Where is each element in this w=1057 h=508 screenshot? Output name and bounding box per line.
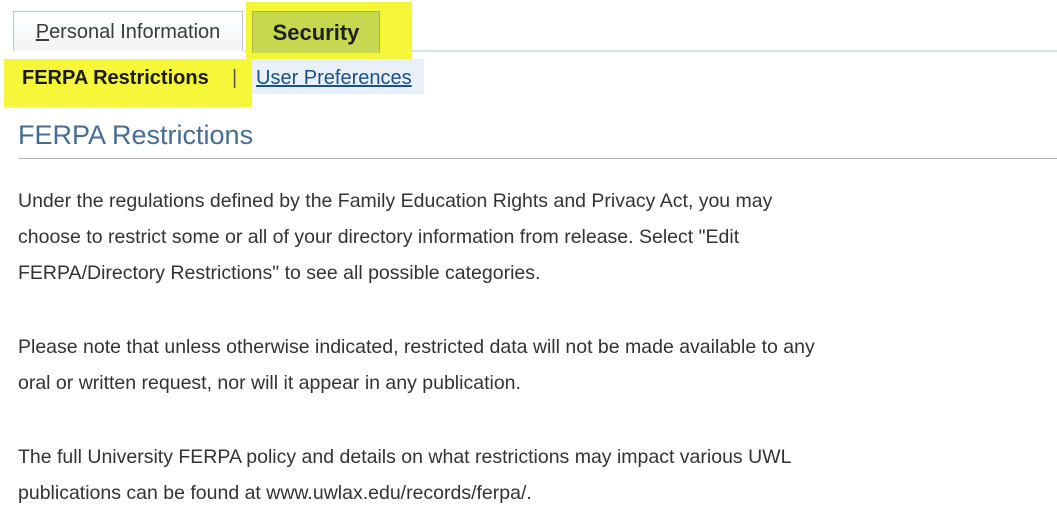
page-title: FERPA Restrictions: [18, 120, 254, 150]
ferpa-page: Personal Information Security FERPA Rest…: [0, 0, 1057, 508]
paragraph-line: choose to restrict some or all of your d…: [18, 226, 740, 248]
tab-personal-information-label: ersonal Information: [49, 21, 221, 43]
subnav-item-user-preferences[interactable]: User Preferences: [256, 67, 412, 90]
paragraph-restricted-data: Please note that unless otherwise indica…: [18, 329, 1018, 401]
paragraph-ferpa-intro: Under the regulations defined by the Fam…: [18, 183, 1018, 291]
paragraph-line: publications can be found at www.uwlax.e…: [18, 482, 532, 504]
sub-navigation: FERPA Restrictions | User Preferences: [0, 59, 440, 107]
tab-personal-information-accesskey: P: [35, 21, 50, 43]
title-divider: [18, 158, 1057, 159]
subnav-item-ferpa-restrictions: FERPA Restrictions: [22, 67, 209, 89]
tab-bar: Personal Information Security: [0, 0, 1057, 60]
subnav-separator: |: [232, 67, 238, 89]
tab-security[interactable]: Security: [252, 11, 380, 53]
tab-personal-information[interactable]: Personal Information: [13, 11, 243, 51]
paragraph-line: The full University FERPA policy and det…: [18, 446, 792, 468]
paragraph-ferpa-policy: The full University FERPA policy and det…: [18, 439, 1018, 508]
paragraph-line: oral or written request, nor will it app…: [18, 372, 521, 394]
paragraph-line: Please note that unless otherwise indica…: [18, 336, 815, 358]
paragraph-line: Under the regulations defined by the Fam…: [18, 190, 773, 212]
paragraph-line: FERPA/Directory Restrictions" to see all…: [18, 262, 541, 284]
